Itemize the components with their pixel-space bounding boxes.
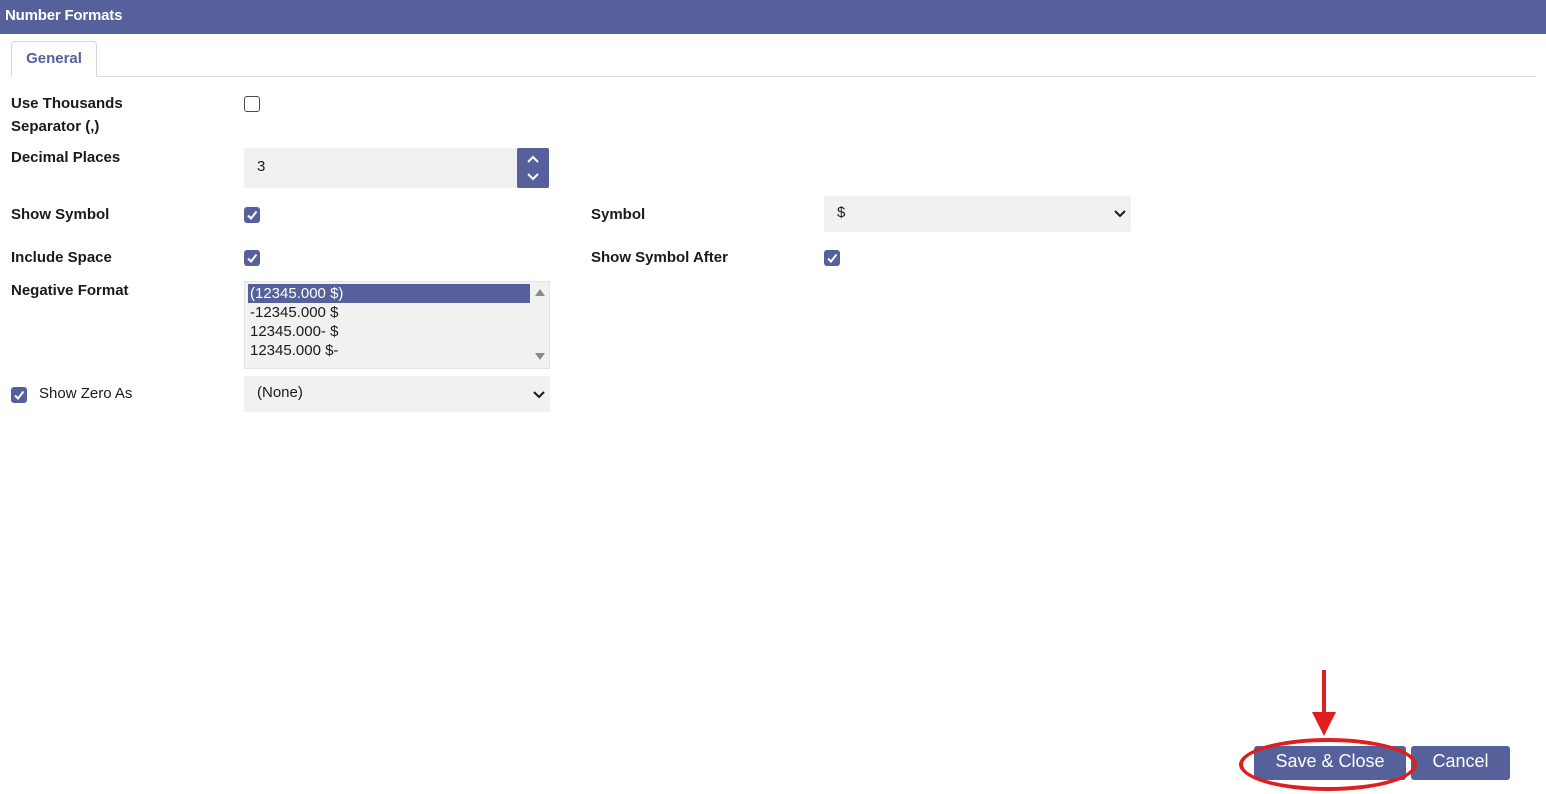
- symbol-label: Symbol: [591, 206, 646, 223]
- decimal-places-stepper[interactable]: [517, 148, 549, 188]
- chevron-down-icon: [533, 391, 545, 399]
- negative-format-option[interactable]: (12345.000 $): [248, 284, 530, 303]
- chevron-up-icon[interactable]: [527, 155, 539, 163]
- annotation-arrow-shaft: [1322, 670, 1326, 714]
- cancel-button[interactable]: Cancel: [1411, 746, 1510, 780]
- dialog-title: Number Formats: [5, 7, 123, 24]
- show-symbol-after-label: Show Symbol After: [591, 249, 728, 266]
- check-icon: [247, 210, 258, 221]
- thousands-separator-label-line1: Use Thousands: [11, 95, 123, 112]
- decimal-places-input[interactable]: 3: [244, 148, 518, 188]
- arrow-down-icon: [1312, 712, 1336, 736]
- thousands-separator-checkbox[interactable]: [244, 96, 260, 112]
- tab-strip-divider: [10, 76, 1536, 77]
- show-zero-as-checkbox[interactable]: [11, 387, 27, 403]
- chevron-down-icon: [1114, 210, 1126, 218]
- show-zero-as-value: (None): [257, 384, 303, 401]
- thousands-separator-label-line2: Separator (,): [11, 118, 100, 135]
- tab-general-label: General: [26, 50, 82, 67]
- scroll-down-icon[interactable]: [535, 353, 545, 360]
- symbol-value: $: [837, 204, 846, 221]
- include-space-label: Include Space: [11, 249, 112, 266]
- show-zero-as-label: Show Zero As: [39, 385, 133, 402]
- chevron-down-icon[interactable]: [527, 173, 539, 181]
- show-zero-as-select[interactable]: (None): [244, 376, 550, 412]
- negative-format-label: Negative Format: [11, 282, 129, 299]
- negative-format-option[interactable]: 12345.000 $-: [248, 341, 530, 360]
- decimal-places-label: Decimal Places: [11, 149, 121, 166]
- symbol-select[interactable]: $: [824, 196, 1131, 232]
- show-symbol-checkbox[interactable]: [244, 207, 260, 223]
- negative-format-option[interactable]: -12345.000 $: [248, 303, 530, 322]
- thousands-separator-label: Use Thousands Separator (,): [11, 92, 123, 138]
- negative-format-listbox[interactable]: (12345.000 $) -12345.000 $ 12345.000- $ …: [244, 281, 550, 369]
- check-icon: [14, 390, 25, 401]
- decimal-places-value: 3: [257, 158, 266, 175]
- negative-format-option[interactable]: 12345.000- $: [248, 322, 530, 341]
- save-close-button[interactable]: Save & Close: [1254, 746, 1406, 780]
- dialog-titlebar: Number Formats: [0, 0, 1546, 34]
- show-symbol-label: Show Symbol: [11, 206, 110, 223]
- check-icon: [827, 253, 838, 264]
- include-space-checkbox[interactable]: [244, 250, 260, 266]
- show-symbol-after-checkbox[interactable]: [824, 250, 840, 266]
- scroll-up-icon[interactable]: [535, 289, 545, 296]
- check-icon: [247, 253, 258, 264]
- tab-general[interactable]: General: [11, 41, 97, 77]
